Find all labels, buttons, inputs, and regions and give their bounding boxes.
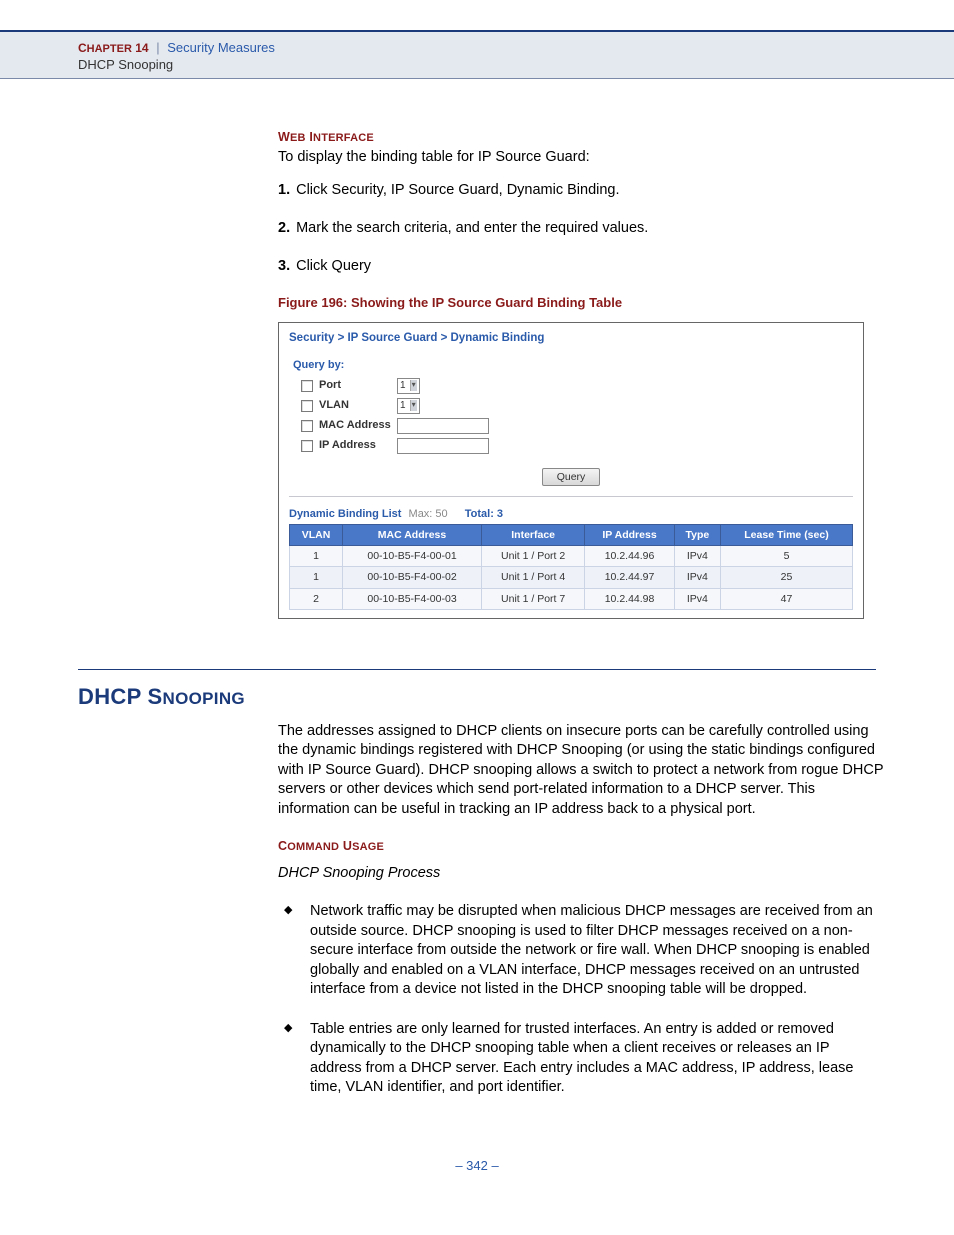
col-lease: Lease Time (sec) <box>720 525 852 546</box>
col-vlan: VLAN <box>290 525 343 546</box>
list-item: Network traffic may be disrupted when ma… <box>278 902 884 1000</box>
table-row: 1 00-10-B5-F4-00-02 Unit 1 / Port 4 10.2… <box>290 567 853 588</box>
section-web-interface: WEB INTERFACE <box>278 129 884 146</box>
bullet-list: Network traffic may be disrupted when ma… <box>278 902 884 1098</box>
subheading: DHCP Snooping Process <box>278 864 884 884</box>
vlan-checkbox[interactable] <box>301 400 313 412</box>
ip-input[interactable] <box>397 438 489 454</box>
col-type: Type <box>674 525 720 546</box>
port-label: Port <box>319 378 397 393</box>
query-by-label: Query by: <box>293 358 853 373</box>
query-button[interactable]: Query <box>542 468 601 486</box>
body-paragraph: The addresses assigned to DHCP clients o… <box>278 722 884 820</box>
divider <box>78 669 876 670</box>
chapter-subsection: DHCP Snooping <box>78 57 884 72</box>
table-row: 2 00-10-B5-F4-00-03 Unit 1 / Port 7 10.2… <box>290 588 853 609</box>
ip-label: IP Address <box>319 438 397 453</box>
step-item: 2.Mark the search criteria, and enter th… <box>278 219 884 239</box>
section-heading-dhcp: DHCP SNOOPING <box>78 684 954 710</box>
vlan-select[interactable]: 1▾ <box>397 398 420 414</box>
step-list: 1.Click Security, IP Source Guard, Dynam… <box>278 181 884 276</box>
section-command-usage: COMMAND USAGE <box>278 838 884 855</box>
binding-table: VLAN MAC Address Interface IP Address Ty… <box>289 524 853 610</box>
col-mac: MAC Address <box>343 525 482 546</box>
figure-caption: Figure 196: Showing the IP Source Guard … <box>278 294 884 312</box>
col-interface: Interface <box>481 525 584 546</box>
mac-checkbox[interactable] <box>301 420 313 432</box>
port-select[interactable]: 1▾ <box>397 378 420 394</box>
port-checkbox[interactable] <box>301 380 313 392</box>
step-item: 1.Click Security, IP Source Guard, Dynam… <box>278 181 884 201</box>
page-number: – 342 – <box>0 1158 954 1199</box>
step-item: 3.Click Query <box>278 257 884 277</box>
col-ip: IP Address <box>585 525 674 546</box>
table-header-row: VLAN MAC Address Interface IP Address Ty… <box>290 525 853 546</box>
mac-label: MAC Address <box>319 418 397 433</box>
page-header: CHAPTER 14 | Security Measures DHCP Snoo… <box>0 30 954 79</box>
table-row: 1 00-10-B5-F4-00-01 Unit 1 / Port 2 10.2… <box>290 546 853 567</box>
intro-text: To display the binding table for IP Sour… <box>278 148 884 168</box>
mac-input[interactable] <box>397 418 489 434</box>
binding-list-title: Dynamic Binding List Max: 50 Total: 3 <box>289 507 853 522</box>
vlan-label: VLAN <box>319 398 397 413</box>
chevron-down-icon: ▾ <box>410 400 417 411</box>
chapter-title: Security Measures <box>167 40 275 55</box>
ip-checkbox[interactable] <box>301 440 313 452</box>
chapter-line: CHAPTER 14 | Security Measures <box>78 40 884 55</box>
list-item: Table entries are only learned for trust… <box>278 1020 884 1098</box>
screenshot-panel: Security > IP Source Guard > Dynamic Bin… <box>278 322 864 619</box>
chevron-down-icon: ▾ <box>410 380 417 391</box>
breadcrumb: Security > IP Source Guard > Dynamic Bin… <box>279 323 863 353</box>
